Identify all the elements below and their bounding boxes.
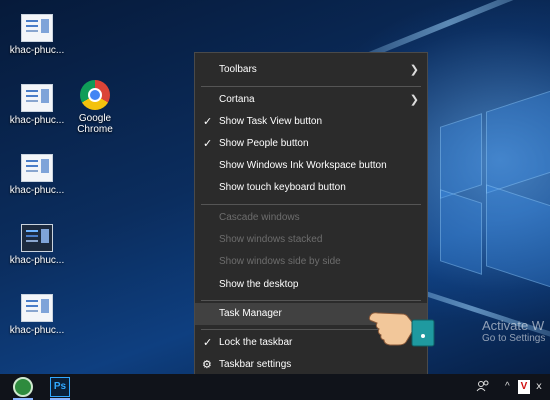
- menu-item-cortana[interactable]: Cortana ❯: [195, 89, 427, 111]
- menu-item-windows-side-by-side: Show windows side by side: [195, 251, 427, 273]
- green-app-icon[interactable]: [13, 377, 33, 397]
- menu-item-label: Task Manager: [219, 308, 282, 319]
- menu-item-taskbar-settings[interactable]: ⚙ Taskbar settings: [195, 354, 427, 376]
- checkmark-icon: ✓: [203, 138, 213, 150]
- document-icon: [21, 84, 53, 112]
- checkmark-icon: ✓: [203, 337, 213, 349]
- window-logo-pane: [440, 113, 482, 199]
- document-icon: [21, 14, 53, 42]
- menu-item-label: Show Windows Ink Workspace button: [219, 160, 387, 171]
- input-method-icon[interactable]: ⅹ: [536, 374, 542, 400]
- menu-item-label: Taskbar settings: [219, 359, 292, 370]
- desktop-icon-label: khac-phuc...: [9, 185, 65, 196]
- menu-item-show-touch-keyboard[interactable]: Show touch keyboard button: [195, 177, 427, 199]
- menu-item-label: Cascade windows: [219, 212, 300, 223]
- desktop-icon-file[interactable]: khac-phuc...: [2, 14, 72, 56]
- menu-item-label: Show the desktop: [219, 279, 299, 290]
- gear-icon: ⚙: [202, 359, 212, 371]
- menu-item-label: Show touch keyboard button: [219, 182, 346, 193]
- desktop-icon-label: khac-phuc...: [9, 325, 65, 336]
- photoshop-icon[interactable]: Ps: [50, 377, 70, 397]
- menu-item-show-desktop[interactable]: Show the desktop: [195, 274, 427, 296]
- menu-item-show-ink-workspace[interactable]: Show Windows Ink Workspace button: [195, 155, 427, 177]
- menu-item-label: Cortana: [219, 94, 255, 105]
- chevron-right-icon: ❯: [409, 94, 419, 106]
- menu-separator: [201, 86, 421, 87]
- desktop-icon-label: khac-phuc...: [9, 255, 65, 266]
- watermark-title: Activate W: [482, 318, 545, 333]
- taskbar[interactable]: Ps ^ V ⅹ: [0, 374, 550, 400]
- menu-item-windows-stacked: Show windows stacked: [195, 229, 427, 251]
- antivirus-tray-icon[interactable]: V: [518, 380, 530, 394]
- menu-item-label: Show Task View button: [219, 116, 323, 127]
- desktop-icon-label: khac-phuc...: [9, 45, 65, 56]
- desktop-icon-file[interactable]: khac-phuc...: [2, 294, 72, 336]
- desktop-icon-label: khac-phuc...: [9, 115, 65, 126]
- document-icon: [21, 224, 53, 252]
- window-logo-pane: [440, 189, 482, 275]
- menu-item-show-task-view[interactable]: ✓ Show Task View button: [195, 111, 427, 133]
- menu-separator: [201, 204, 421, 205]
- menu-item-label: Lock the taskbar: [219, 337, 293, 348]
- activate-windows-watermark: Activate W Go to Settings: [482, 318, 545, 344]
- chrome-icon: [80, 80, 110, 110]
- people-icon[interactable]: [476, 374, 490, 400]
- menu-item-label: Show People button: [219, 138, 309, 149]
- menu-item-cascade-windows: Cascade windows: [195, 207, 427, 229]
- chevron-up-icon[interactable]: ^: [505, 374, 510, 400]
- desktop-icon-file[interactable]: khac-phuc...: [2, 224, 72, 266]
- checkmark-icon: ✓: [203, 116, 213, 128]
- chevron-right-icon: ❯: [409, 64, 419, 76]
- menu-item-label: Toolbars: [219, 64, 257, 75]
- desktop-icon-chrome[interactable]: Google Chrome: [60, 80, 130, 135]
- desktop-icon-label: Google Chrome: [77, 113, 113, 135]
- window-logo-pane: [486, 88, 550, 194]
- menu-item-label: Show windows side by side: [219, 256, 341, 267]
- watermark-subtitle: Go to Settings: [482, 333, 546, 344]
- pointing-hand-icon: [368, 312, 435, 347]
- document-icon: [21, 294, 53, 322]
- desktop-icon-file[interactable]: khac-phuc...: [2, 154, 72, 196]
- menu-item-label: Show windows stacked: [219, 234, 323, 245]
- menu-item-show-people[interactable]: ✓ Show People button: [195, 133, 427, 155]
- window-logo-pane: [486, 184, 550, 290]
- document-icon: [21, 154, 53, 182]
- menu-item-toolbars[interactable]: Toolbars ❯: [195, 59, 427, 81]
